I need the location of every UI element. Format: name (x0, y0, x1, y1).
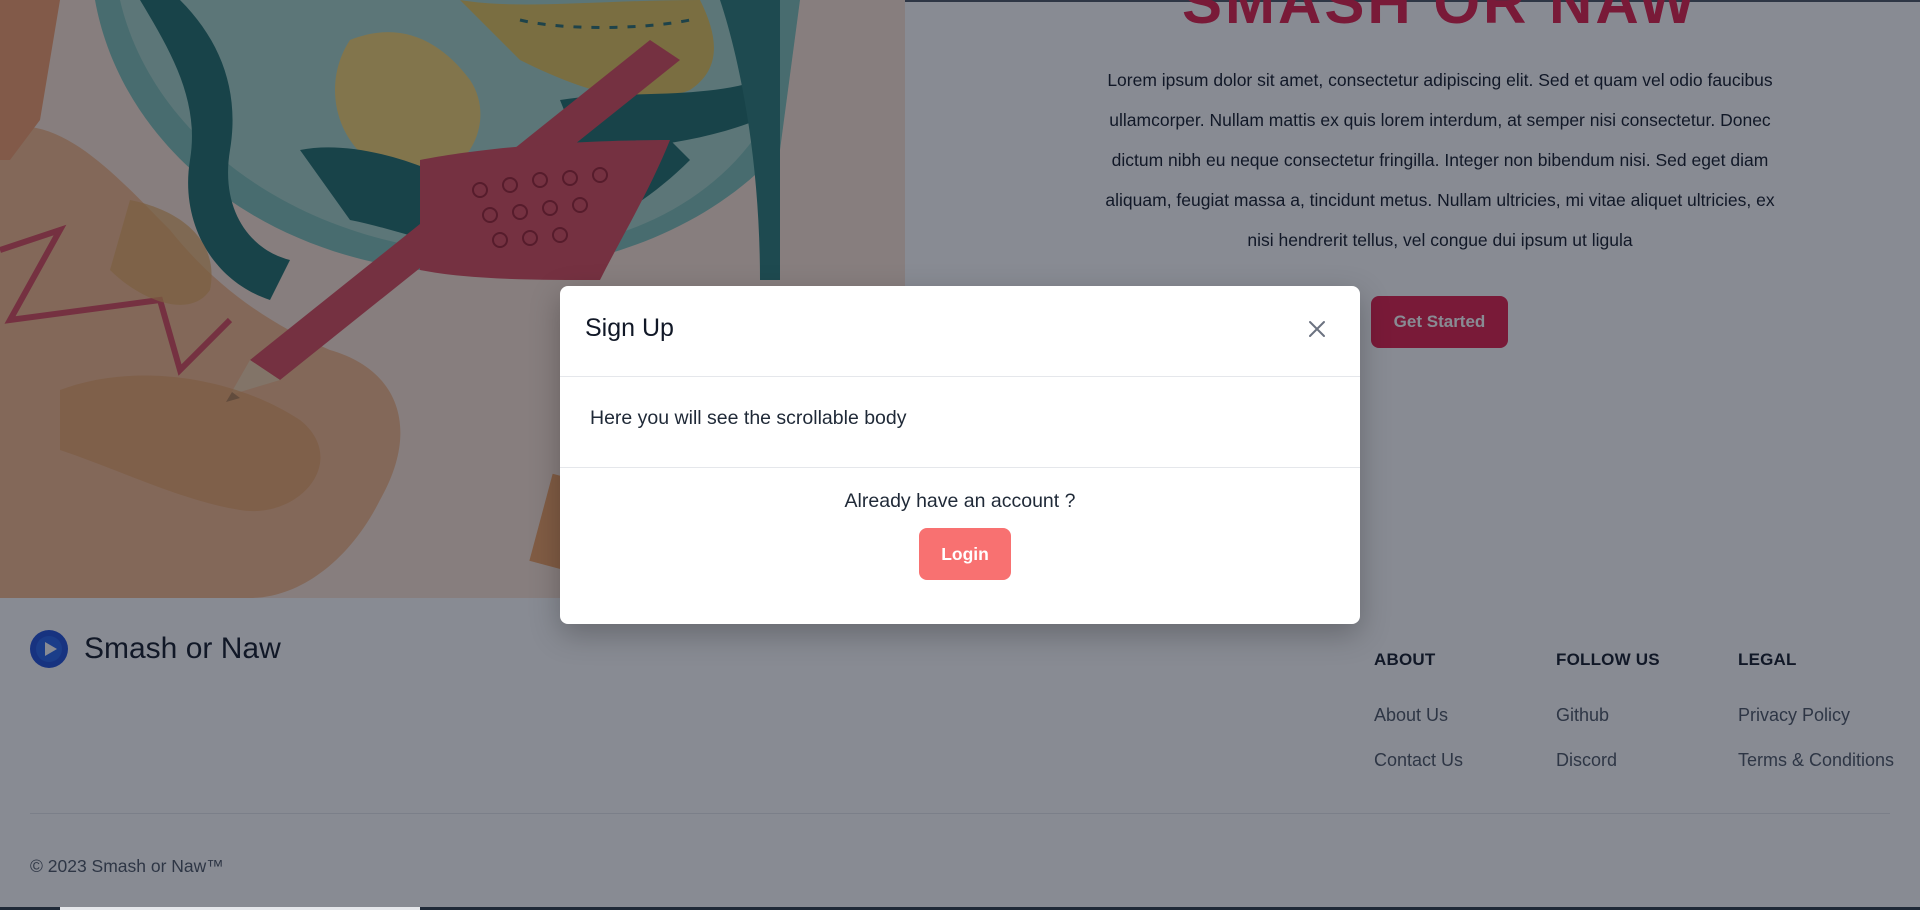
modal-header: Sign Up (560, 286, 1360, 377)
modal-title: Sign Up (585, 314, 674, 342)
modal-body: Here you will see the scrollable body (560, 377, 1360, 468)
login-button[interactable]: Login (919, 528, 1011, 580)
modal-body-text: Here you will see the scrollable body (590, 407, 907, 429)
signup-modal: Sign Up Here you will see the scrollable… (560, 286, 1360, 624)
already-have-account-text: Already have an account ? (844, 490, 1076, 512)
close-icon[interactable] (1302, 314, 1332, 344)
modal-footer: Already have an account ? Login (560, 468, 1360, 624)
